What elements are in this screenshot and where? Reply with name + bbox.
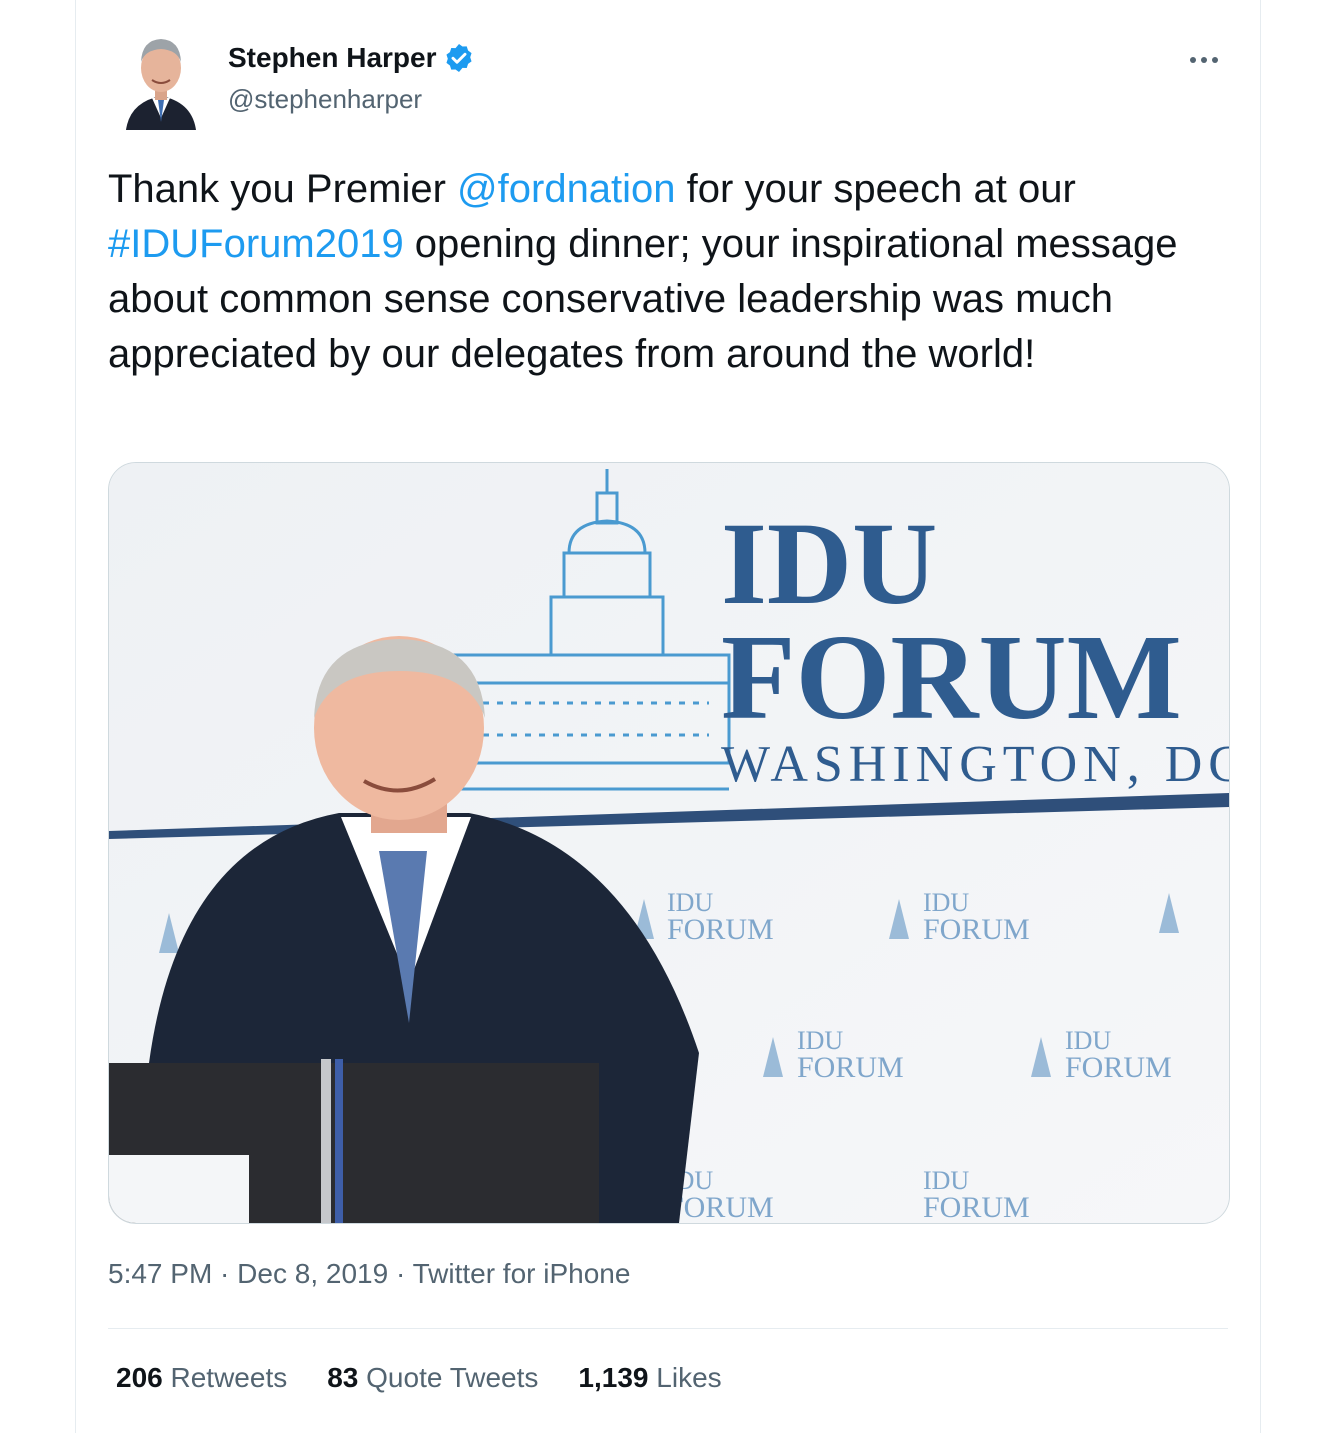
small-logo-forum-3: FORUM [797, 1051, 904, 1084]
small-logo-forum-1: FORUM [667, 913, 774, 946]
likes-label: Likes [656, 1362, 722, 1393]
small-logo-forum-6: FORUM [923, 1191, 1030, 1223]
small-logo-forum-5: FORUM [667, 1191, 774, 1223]
verified-badge-icon [445, 44, 472, 72]
author-name[interactable]: Stephen Harper [228, 42, 437, 74]
retweets-count: 206 [116, 1362, 163, 1393]
podium [109, 1059, 599, 1223]
meta-separator: · [212, 1258, 238, 1289]
tweet-date[interactable]: Dec 8, 2019 [237, 1258, 388, 1289]
likes-stat[interactable]: 1,139 Likes [578, 1362, 721, 1394]
author-handle[interactable]: @stephenharper [228, 84, 422, 115]
small-logo-forum-2: FORUM [923, 913, 1030, 946]
author-name-row[interactable]: Stephen Harper [228, 42, 475, 74]
likes-count: 1,139 [578, 1362, 649, 1393]
more-options-icon[interactable] [1190, 48, 1230, 72]
tweet-text: Thank you Premier @fordnation for your s… [108, 162, 1248, 382]
tweet-text-part1: Thank you Premier [108, 167, 458, 211]
quotes-label: Quote Tweets [366, 1362, 539, 1393]
small-logo-forum-4: FORUM [1065, 1051, 1172, 1084]
tweet-source[interactable]: Twitter for iPhone [413, 1258, 631, 1289]
retweets-stat[interactable]: 206 Retweets [116, 1362, 287, 1394]
tweet-time[interactable]: 5:47 PM [108, 1258, 212, 1289]
banner-subtitle: WASHINGTON, DC [721, 736, 1229, 793]
retweets-label: Retweets [170, 1362, 288, 1393]
tweet-text-part2: for your speech at our [675, 167, 1076, 211]
quote-tweets-stat[interactable]: 83 Quote Tweets [327, 1362, 538, 1394]
tweet-meta: 5:47 PM · Dec 8, 2019 · Twitter for iPho… [108, 1258, 630, 1290]
avatar[interactable] [122, 30, 200, 130]
divider [108, 1328, 1228, 1329]
tweet-photo[interactable]: IDU FORUM WASHINGTON, DC IDU FORUM IDU F… [108, 462, 1230, 1224]
mention-link[interactable]: @fordnation [457, 167, 676, 211]
banner-title-forum: FORUM [721, 610, 1182, 745]
tweet-stats: 206 Retweets 83 Quote Tweets 1,139 Likes [116, 1362, 722, 1394]
meta-separator: · [388, 1258, 413, 1289]
hashtag-link[interactable]: #IDUForum2019 [108, 222, 404, 266]
quotes-count: 83 [327, 1362, 359, 1393]
